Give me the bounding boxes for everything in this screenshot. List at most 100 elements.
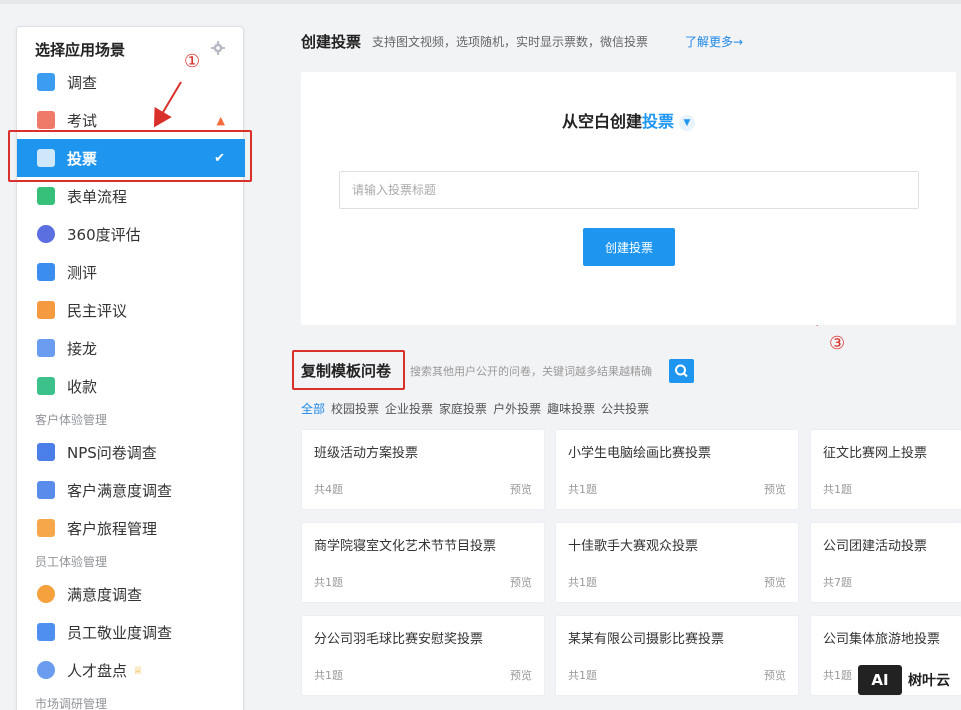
sidebar-item-democratic-review[interactable]: 民主评议 bbox=[17, 291, 245, 329]
sidebar-item-360[interactable]: 360度评估 bbox=[17, 215, 245, 253]
sidebar-item-relay[interactable]: 接龙 bbox=[17, 329, 245, 367]
360-icon bbox=[37, 225, 55, 243]
sidebar-item-engagement[interactable]: 员工敬业度调查 bbox=[17, 613, 245, 651]
tab-enterprise[interactable]: 企业投票 bbox=[385, 400, 433, 417]
democratic-review-icon bbox=[37, 301, 55, 319]
template-card[interactable]: 某某有限公司摄影比赛投票 共1题 预览 bbox=[555, 615, 799, 696]
sidebar-item-customer-satisfaction[interactable]: 客户满意度调查 bbox=[17, 471, 245, 509]
highlight-vote-item bbox=[8, 130, 252, 182]
preview-link[interactable]: 预览 bbox=[764, 481, 786, 497]
tab-fun[interactable]: 趣味投票 bbox=[547, 400, 595, 417]
page-title: 创建投票 bbox=[301, 33, 362, 51]
sidebar-item-label: 接龙 bbox=[67, 339, 98, 358]
section-market-research: 市场调研管理 bbox=[35, 697, 108, 710]
preview-link[interactable]: 预览 bbox=[764, 667, 786, 683]
template-name: 公司团建活动投票 bbox=[823, 539, 928, 554]
sidebar-item-customer-journey[interactable]: 客户旅程管理 bbox=[17, 509, 245, 547]
payment-icon bbox=[37, 377, 55, 395]
customer-satisfaction-icon bbox=[37, 481, 55, 499]
sidebar-item-label: 客户满意度调查 bbox=[67, 481, 173, 500]
template-card[interactable]: 小学生电脑绘画比赛投票 共1题 预览 bbox=[555, 429, 799, 510]
sidebar-item-form-flow[interactable]: 表单流程 bbox=[17, 177, 245, 215]
template-name: 班级活动方案投票 bbox=[314, 446, 419, 461]
sidebar-item-nps[interactable]: NPS问卷调查 bbox=[17, 433, 245, 471]
nps-icon bbox=[37, 443, 55, 461]
form-icon bbox=[37, 187, 55, 205]
template-card[interactable]: 商学院寝室文化艺术节节目投票 共1题 预览 bbox=[301, 522, 545, 603]
annotation-marker-1: ① bbox=[184, 51, 201, 72]
sidebar-item-label: 测评 bbox=[67, 263, 98, 282]
talent-icon bbox=[37, 661, 55, 679]
question-count: 共1题 bbox=[314, 669, 343, 682]
sidebar-item-talent[interactable]: 人才盘点 ♕ bbox=[17, 651, 245, 689]
sidebar-item-assessment[interactable]: 测评 bbox=[17, 253, 245, 291]
template-name: 小学生电脑绘画比赛投票 bbox=[568, 446, 712, 461]
template-card[interactable]: 分公司羽毛球比赛安慰奖投票 共1题 预览 bbox=[301, 615, 545, 696]
preview-link[interactable]: 预览 bbox=[510, 481, 532, 497]
template-card[interactable]: 班级活动方案投票 共4题 预览 bbox=[301, 429, 545, 510]
question-count: 共1题 bbox=[568, 483, 597, 496]
vote-title-input[interactable] bbox=[339, 171, 919, 209]
annotation-marker-3: ③ bbox=[829, 333, 846, 354]
tab-campus[interactable]: 校园投票 bbox=[331, 400, 379, 417]
create-heading-prefix: 从空白创建 bbox=[561, 112, 642, 131]
create-type-select[interactable]: 投票 bbox=[642, 112, 674, 131]
sidebar-header: 选择应用场景 bbox=[35, 41, 126, 59]
sidebar-item-label: 人才盘点 bbox=[67, 661, 128, 680]
template-name: 某某有限公司摄影比赛投票 bbox=[568, 632, 725, 647]
watermark: AI 树叶云 bbox=[858, 665, 950, 695]
sidebar-item-label: 收款 bbox=[67, 377, 98, 396]
template-name: 商学院寝室文化艺术节节目投票 bbox=[314, 539, 497, 554]
sidebar-item-label: 表单流程 bbox=[67, 187, 128, 206]
sidebar-item-label: 满意度调查 bbox=[67, 585, 143, 604]
template-name: 征文比赛网上投票 bbox=[823, 446, 928, 461]
question-count: 共1题 bbox=[823, 483, 852, 496]
watermark-logo: AI bbox=[858, 665, 902, 695]
search-button[interactable] bbox=[669, 359, 694, 383]
preview-link[interactable]: 预览 bbox=[510, 574, 532, 590]
preview-link[interactable]: 预览 bbox=[510, 667, 532, 683]
sidebar-item-survey[interactable]: 调查 bbox=[17, 63, 245, 101]
sidebar-item-satisfaction[interactable]: 满意度调查 bbox=[17, 575, 245, 613]
create-blank-panel: 从空白创建投票 ▼ 创建投票 bbox=[301, 72, 956, 325]
page-description: 支持图文视频，选项随机，实时显示票数，微信投票 bbox=[372, 35, 649, 49]
scene-sidebar: 选择应用场景 调查 考试 ▲ 投票 ✔ 表单流程 360度评估 测评 民主评议 bbox=[16, 26, 245, 710]
question-count: 共1题 bbox=[314, 576, 343, 589]
preview-link[interactable]: 预览 bbox=[764, 574, 786, 590]
learn-more-link[interactable]: 了解更多→ bbox=[685, 33, 743, 50]
tab-family[interactable]: 家庭投票 bbox=[439, 400, 487, 417]
sidebar-item-payment[interactable]: 收款 bbox=[17, 367, 245, 405]
create-vote-button[interactable]: 创建投票 bbox=[583, 228, 675, 266]
question-count: 共1题 bbox=[568, 669, 597, 682]
hot-icon: ▲ bbox=[216, 113, 225, 127]
search-icon bbox=[675, 364, 688, 378]
create-heading: 从空白创建投票 ▼ bbox=[301, 108, 956, 132]
question-count: 共4题 bbox=[314, 483, 343, 496]
sidebar-item-label: 客户旅程管理 bbox=[67, 519, 158, 538]
tab-all[interactable]: 全部 bbox=[301, 400, 325, 417]
sidebar-item-label: 360度评估 bbox=[67, 225, 141, 244]
watermark-text: 树叶云 bbox=[908, 673, 950, 689]
template-name: 十佳歌手大赛观众投票 bbox=[568, 539, 699, 554]
sidebar-item-label: 考试 bbox=[67, 111, 98, 130]
sidebar-item-label: 民主评议 bbox=[67, 301, 128, 320]
engagement-icon bbox=[37, 623, 55, 641]
top-divider bbox=[0, 0, 961, 4]
customer-journey-icon bbox=[37, 519, 55, 537]
sidebar-item-label: NPS问卷调查 bbox=[67, 443, 157, 462]
sidebar-item-label: 员工敬业度调查 bbox=[67, 623, 173, 642]
chevron-down-icon[interactable]: ▼ bbox=[679, 115, 696, 131]
question-count: 共1题 bbox=[568, 576, 597, 589]
assessment-icon bbox=[37, 263, 55, 281]
template-search-input[interactable] bbox=[410, 359, 668, 383]
tab-outdoor[interactable]: 户外投票 bbox=[493, 400, 541, 417]
template-card[interactable]: 十佳歌手大赛观众投票 共1题 预览 bbox=[555, 522, 799, 603]
gear-icon[interactable] bbox=[211, 41, 225, 55]
template-card[interactable]: 征文比赛网上投票 共1题 bbox=[810, 429, 961, 510]
crown-icon: ♕ bbox=[133, 663, 143, 677]
sidebar-item-label: 调查 bbox=[67, 73, 98, 92]
tab-public[interactable]: 公共投票 bbox=[601, 400, 649, 417]
template-card[interactable]: 公司团建活动投票 共7题 bbox=[810, 522, 961, 603]
section-customer-experience: 客户体验管理 bbox=[35, 413, 108, 427]
exam-icon bbox=[37, 111, 55, 129]
